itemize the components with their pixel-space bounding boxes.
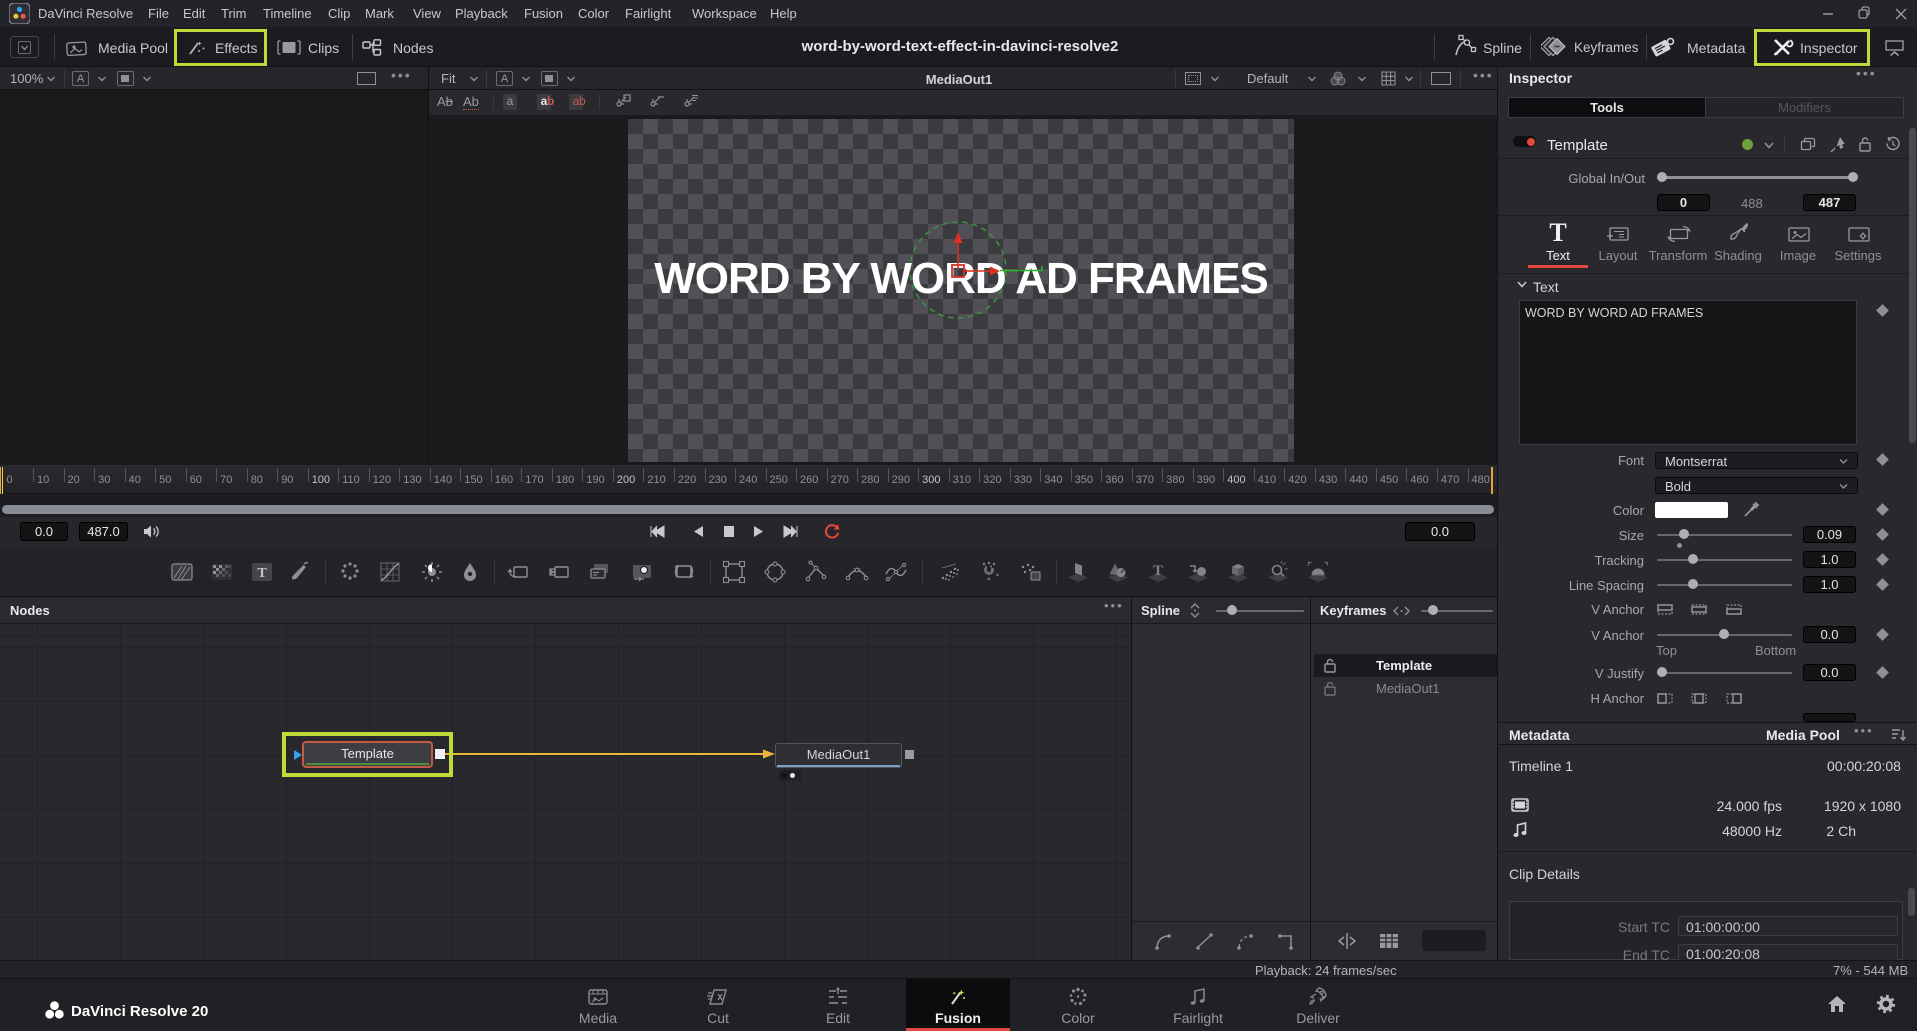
svg-text:T: T [257, 566, 267, 581]
svg-text:T: T [1153, 563, 1163, 579]
